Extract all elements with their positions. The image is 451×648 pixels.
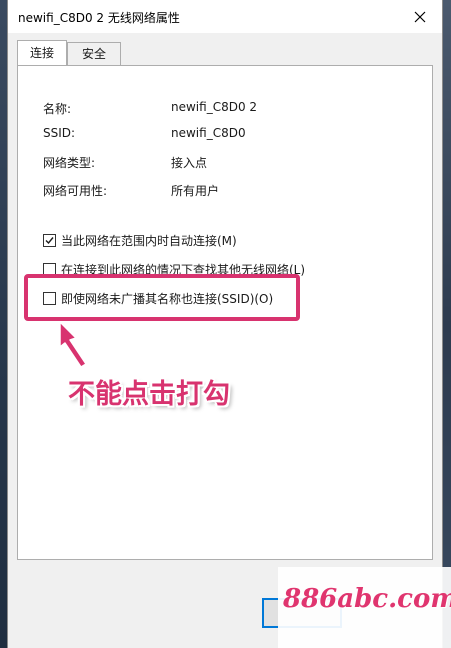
checkmark-icon: [45, 237, 54, 245]
title-bar: newifi_C8D0 2 无线网络属性: [8, 0, 442, 33]
availability-label: 网络可用性:: [43, 184, 108, 198]
highlight-box: [24, 274, 300, 321]
tab-connection[interactable]: 连接: [17, 40, 67, 65]
auto-connect-label: 当此网络在范围内时自动连接(M): [61, 234, 237, 248]
annotation-text: 不能点击打勾: [68, 379, 230, 410]
name-label: 名称:: [43, 102, 72, 116]
availability-value: 所有用户: [171, 184, 220, 198]
auto-connect-checkbox[interactable]: [43, 234, 56, 247]
close-icon: [414, 11, 426, 22]
ssid-value: newifi_C8D0: [171, 126, 246, 140]
network-type-label: 网络类型:: [43, 156, 96, 170]
close-button[interactable]: [398, 0, 442, 33]
auto-connect-option[interactable]: 当此网络在范围内时自动连接(M): [43, 232, 237, 249]
network-type-value: 接入点: [171, 156, 208, 170]
name-value: newifi_C8D0 2: [171, 100, 258, 114]
watermark: 886abc.com: [283, 584, 451, 614]
tab-security[interactable]: 安全: [67, 42, 121, 65]
ssid-label: SSID:: [43, 126, 76, 140]
arrow-icon: [59, 321, 87, 368]
window-title: newifi_C8D0 2 无线网络属性: [18, 11, 180, 25]
